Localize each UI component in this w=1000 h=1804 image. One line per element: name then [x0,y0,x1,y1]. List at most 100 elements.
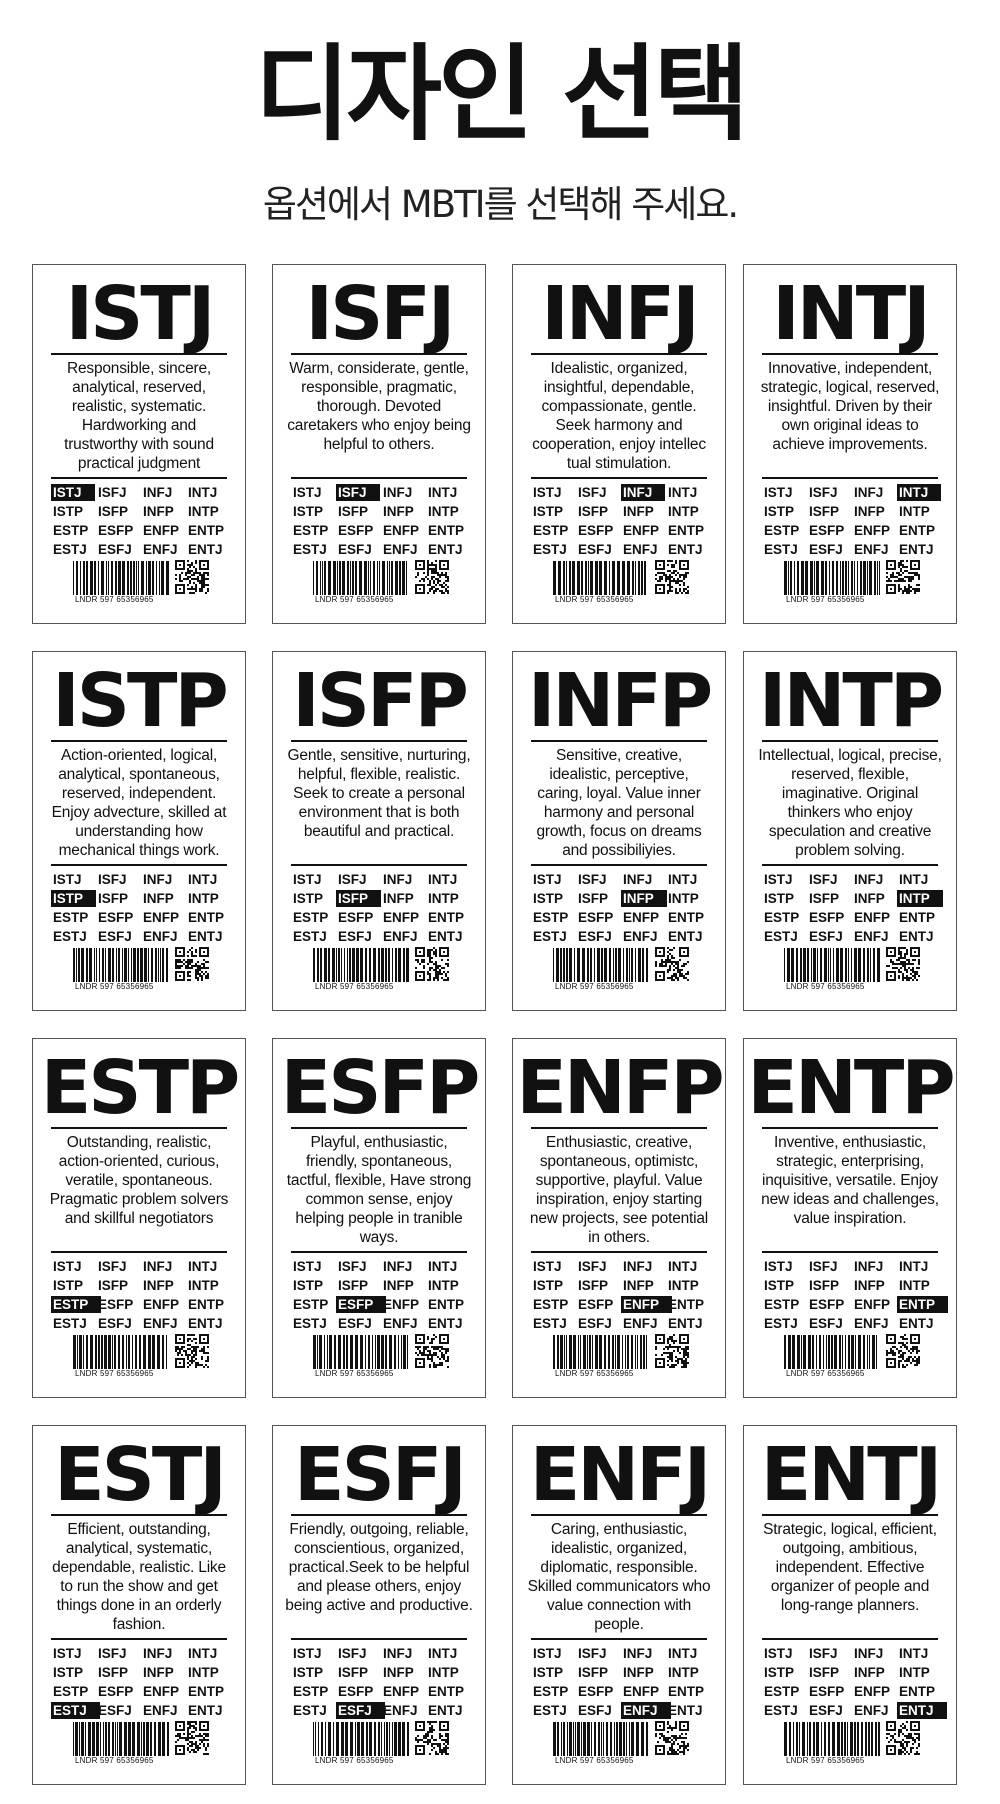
mbti-option[interactable]: INTJ [426,484,459,501]
mbti-option[interactable]: ISFP [336,503,370,520]
mbti-option[interactable]: INFJ [852,484,885,501]
mbti-card-istp[interactable]: ISTP Action-oriented, logical, analytical… [32,651,246,1011]
mbti-option[interactable]: ENFJ [381,1702,420,1719]
mbti-option[interactable]: ESFJ [336,541,374,558]
mbti-option[interactable]: ESTP [762,522,801,539]
mbti-option[interactable]: ESTJ [51,541,89,558]
mbti-option[interactable]: ESTJ [531,541,569,558]
mbti-option-selected[interactable]: ENFP [621,1296,673,1313]
mbti-option[interactable]: INFP [141,890,176,907]
mbti-card-entp[interactable]: ENTP Inventive, enthusiastic, strategic, … [743,1038,957,1398]
mbti-option[interactable]: ISFP [576,503,610,520]
mbti-option[interactable]: INFP [381,503,416,520]
mbti-option[interactable]: ESFP [576,522,615,539]
mbti-option[interactable]: ESFJ [576,541,614,558]
mbti-option[interactable]: ESFP [807,1683,846,1700]
mbti-option[interactable]: INFJ [381,1645,414,1662]
mbti-option[interactable]: ISFJ [576,484,609,501]
mbti-option[interactable]: ESTJ [762,1315,800,1332]
mbti-option[interactable]: ISFJ [96,871,129,888]
mbti-option[interactable]: INFP [381,890,416,907]
mbti-option[interactable]: ESTP [762,1683,801,1700]
mbti-option[interactable]: ESFP [576,909,615,926]
mbti-option[interactable]: ISFJ [336,1645,369,1662]
mbti-option[interactable]: ENFJ [141,541,180,558]
mbti-option[interactable]: ISTP [531,890,565,907]
mbti-option[interactable]: ENTP [186,909,226,926]
mbti-option[interactable]: ISFJ [576,1645,609,1662]
mbti-option[interactable]: INTJ [897,1258,930,1275]
mbti-option[interactable]: INTP [666,503,701,520]
mbti-option[interactable]: ISFP [96,1664,130,1681]
mbti-option[interactable]: ISTP [531,1664,565,1681]
mbti-option[interactable]: ENTP [897,909,937,926]
mbti-option[interactable]: ESTJ [531,928,569,945]
mbti-option-selected[interactable]: ISFP [336,890,382,907]
mbti-option[interactable]: ISFJ [96,1258,129,1275]
mbti-option[interactable]: ISTJ [51,871,84,888]
mbti-option[interactable]: ENTJ [426,1315,465,1332]
mbti-option[interactable]: ISFJ [807,484,840,501]
mbti-option[interactable]: ISTP [291,890,325,907]
mbti-option[interactable]: ESTP [291,1683,330,1700]
mbti-option[interactable]: INTJ [186,484,219,501]
mbti-option[interactable]: ISFJ [96,484,129,501]
mbti-option[interactable]: ISTJ [291,871,324,888]
mbti-option[interactable]: ISTJ [762,1258,795,1275]
mbti-option[interactable]: ENFP [381,1683,421,1700]
mbti-option[interactable]: INFP [852,503,887,520]
mbti-option[interactable]: ESTP [51,909,90,926]
mbti-option[interactable]: ISTP [531,1277,565,1294]
mbti-option[interactable]: ISTJ [531,484,564,501]
mbti-option[interactable]: INFP [852,1664,887,1681]
mbti-option[interactable]: ESFP [807,909,846,926]
mbti-option[interactable]: ISFP [336,1277,370,1294]
mbti-option[interactable]: ENFJ [621,928,660,945]
mbti-option[interactable]: ESTP [291,909,330,926]
mbti-option[interactable]: ENFJ [381,1315,420,1332]
mbti-option[interactable]: ISFP [96,1277,130,1294]
mbti-option[interactable]: ENTJ [186,928,225,945]
mbti-option[interactable]: INFP [852,1277,887,1294]
mbti-option[interactable]: INTP [666,1277,701,1294]
mbti-option[interactable]: ISFP [807,890,841,907]
mbti-option[interactable]: ENTP [897,522,937,539]
mbti-option[interactable]: INFJ [852,871,885,888]
mbti-option[interactable]: ESTJ [762,1702,800,1719]
mbti-option[interactable]: ENTJ [426,928,465,945]
mbti-option[interactable]: ISTP [762,890,796,907]
mbti-option[interactable]: ESFP [336,1683,375,1700]
mbti-option[interactable]: INFJ [852,1645,885,1662]
mbti-option[interactable]: INFP [141,1277,176,1294]
mbti-option[interactable]: ESFJ [576,1315,614,1332]
mbti-option[interactable]: INFJ [141,1258,174,1275]
mbti-option[interactable]: ENFJ [852,541,891,558]
mbti-option[interactable]: ISTJ [291,1645,324,1662]
mbti-option[interactable]: INTJ [186,1645,219,1662]
mbti-option[interactable]: INTP [426,503,461,520]
mbti-option[interactable]: ISFP [576,890,610,907]
mbti-option[interactable]: ISFJ [807,1258,840,1275]
mbti-option-selected[interactable]: INFP [621,890,667,907]
mbti-option[interactable]: ISTJ [531,1645,564,1662]
mbti-option[interactable]: ENTP [186,522,226,539]
mbti-option[interactable]: ISFJ [96,1645,129,1662]
mbti-option-selected[interactable]: ESTJ [51,1702,100,1719]
mbti-option[interactable]: ENFP [141,1683,181,1700]
mbti-option[interactable]: ENTP [666,909,706,926]
mbti-card-intp[interactable]: INTP Intellectual, logical, precise, rese… [743,651,957,1011]
mbti-option[interactable]: INFP [852,890,887,907]
mbti-option[interactable]: INTP [186,503,221,520]
mbti-option[interactable]: ENFJ [141,928,180,945]
mbti-option[interactable]: ISFP [807,1277,841,1294]
mbti-option[interactable]: ENFP [141,909,181,926]
mbti-option-selected[interactable]: ISTP [51,890,97,907]
mbti-option[interactable]: ESFJ [576,1702,614,1719]
mbti-option[interactable]: ENFP [141,1296,181,1313]
mbti-option[interactable]: INFJ [852,1258,885,1275]
mbti-option-selected[interactable]: INTJ [897,484,942,501]
mbti-option[interactable]: INTP [666,890,701,907]
mbti-option[interactable]: ESTJ [531,1315,569,1332]
mbti-option-selected[interactable]: ESFP [336,1296,387,1313]
mbti-option[interactable]: ENFJ [852,928,891,945]
